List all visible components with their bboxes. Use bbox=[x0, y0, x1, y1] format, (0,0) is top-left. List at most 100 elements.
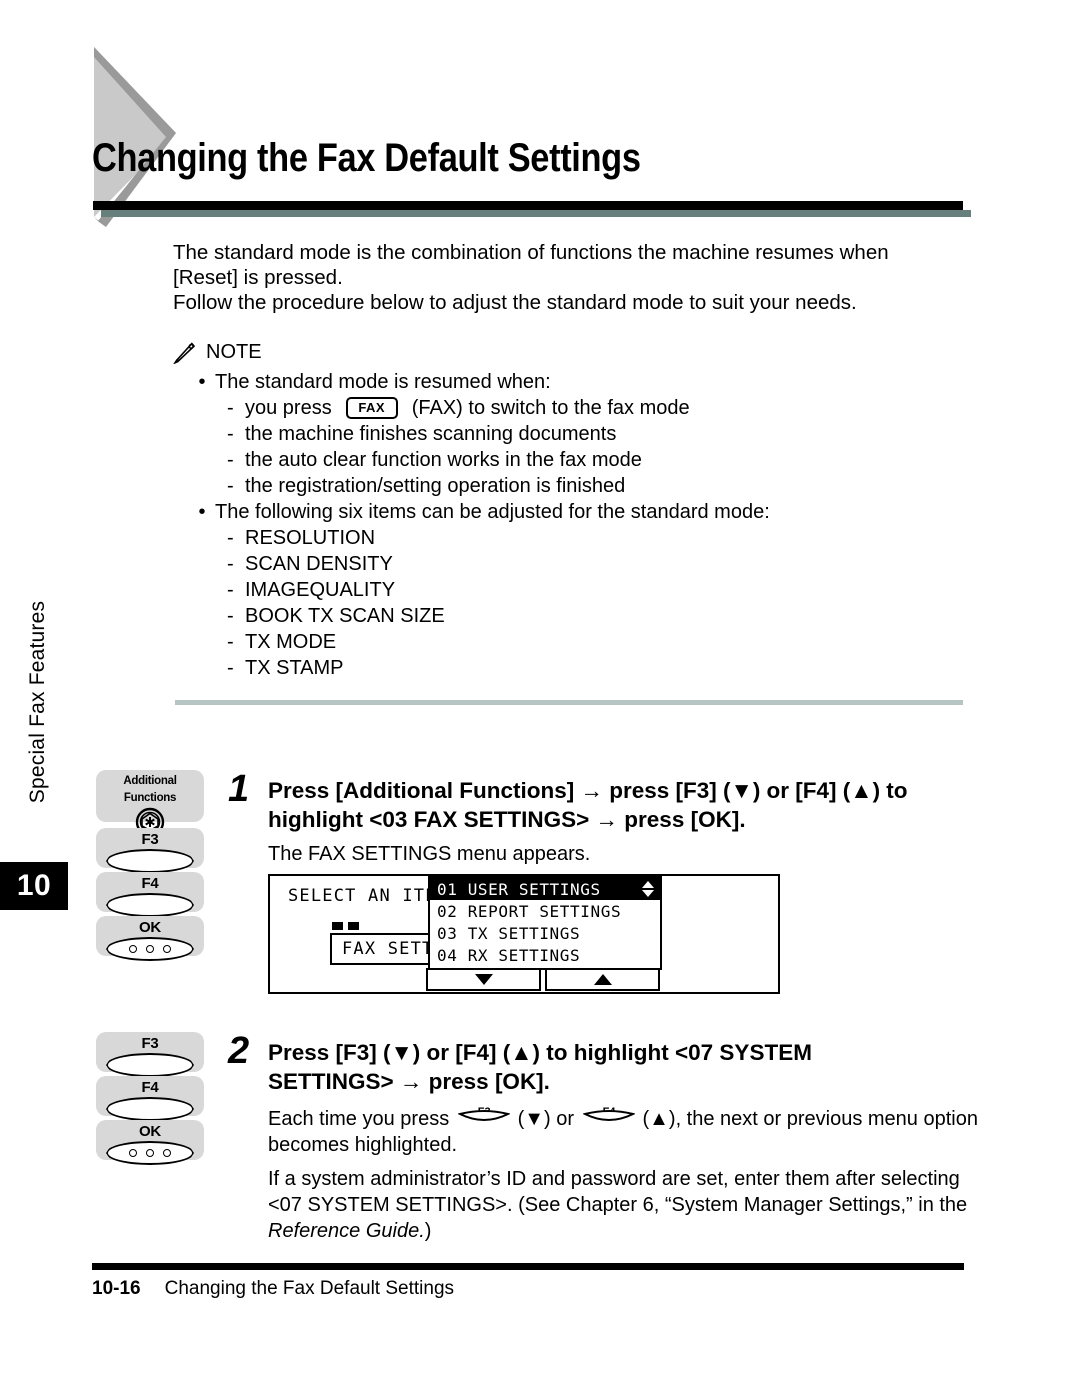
note-item-1: - SCAN DENSITY bbox=[227, 551, 770, 577]
key-illustration-f4-step2: F4 bbox=[96, 1076, 204, 1121]
note-item-5: - TX STAMP bbox=[227, 655, 770, 681]
step-1-title: Press [Additional Functions] → press [F3… bbox=[268, 776, 988, 834]
dash-marker: - bbox=[227, 397, 234, 419]
inline-f3-key-icon: F3 bbox=[458, 1103, 511, 1125]
dash-marker: - bbox=[227, 657, 234, 679]
page-footer: 10-16 Changing the Fax Default Settings bbox=[92, 1278, 454, 1300]
lcd-menu-item[interactable]: 03 TX SETTINGS bbox=[430, 922, 660, 944]
step-1-number: 1 bbox=[228, 768, 250, 810]
note-bullet-2: • The following six items can be adjuste… bbox=[197, 499, 769, 525]
step-2-body-pre: Each time you press bbox=[268, 1108, 450, 1130]
note-item-4: - TX MODE bbox=[227, 629, 770, 655]
lcd-menu-list: 01 USER SETTINGS 02 REPORT SETTINGS 03 T… bbox=[428, 876, 662, 970]
oval-key-icon bbox=[106, 893, 194, 917]
note-sub-4-text: the registration/setting operation is fi… bbox=[245, 475, 626, 497]
key-label: F3 bbox=[141, 1035, 159, 1052]
note-bullet-1: • The standard mode is resumed when: bbox=[197, 369, 770, 395]
admin-note-line-3: Reference Guide.) bbox=[268, 1218, 978, 1244]
key-illustration-f3-step2: F3 bbox=[96, 1032, 204, 1077]
oval-key-icon bbox=[106, 849, 194, 873]
note-item-label: RESOLUTION bbox=[245, 527, 376, 549]
page-header: Changing the Fax Default Settings bbox=[0, 0, 1080, 235]
note-item-label: BOOK TX SCAN SIZE bbox=[245, 605, 445, 627]
note-label: NOTE bbox=[206, 340, 262, 363]
note-item-label: TX MODE bbox=[245, 631, 337, 653]
lcd-menu-item-text: 01 USER SETTINGS bbox=[437, 879, 601, 899]
step-2-body: Each time you press F3 (▼) or F4 (▲), th… bbox=[268, 1103, 978, 1158]
up-arrow-icon bbox=[593, 974, 612, 985]
chapter-label: Special Fax Features bbox=[26, 600, 49, 804]
dash-marker: - bbox=[227, 527, 234, 549]
note-item-label: IMAGEQUALITY bbox=[245, 579, 396, 601]
note-sub-3: - the auto clear function works in the f… bbox=[227, 447, 770, 473]
footer-page-number: 10-16 bbox=[92, 1278, 141, 1299]
step-2-body-mid-2: (▲), the next or previous menu option bbox=[642, 1108, 978, 1130]
lcd-menu-item-selected[interactable]: 01 USER SETTINGS bbox=[430, 878, 660, 900]
admin-note-line-2: <07 SYSTEM SETTINGS>. (See Chapter 6, “S… bbox=[268, 1194, 968, 1216]
intro-paragraph: The standard mode is the combination of … bbox=[173, 240, 973, 315]
section-divider bbox=[175, 700, 963, 705]
oval-dots bbox=[108, 1143, 192, 1163]
dash-marker: - bbox=[227, 631, 234, 653]
step-2-title-line-2: SETTINGS> → press [OK]. bbox=[268, 1069, 550, 1094]
lcd-tab-marks-icon bbox=[332, 922, 359, 930]
lcd-scroll-down-button[interactable] bbox=[426, 968, 541, 991]
note-item-label: TX STAMP bbox=[245, 657, 344, 679]
lcd-menu-item-text: 03 TX SETTINGS bbox=[437, 923, 581, 943]
step-2-number: 2 bbox=[228, 1030, 250, 1072]
inline-f4-key-icon: F4 bbox=[583, 1103, 636, 1125]
step-1-title-line-2: highlight <03 FAX SETTINGS> → press [OK]… bbox=[268, 807, 746, 832]
down-arrow-icon bbox=[474, 974, 493, 985]
note-item-0: - RESOLUTION bbox=[227, 525, 770, 551]
note-list: • The standard mode is resumed when: - y… bbox=[197, 369, 770, 681]
chapter-number-tab: 10 bbox=[0, 862, 68, 910]
admin-note-line-3-tail: ) bbox=[424, 1220, 432, 1242]
reference-guide-title: Reference Guide. bbox=[268, 1220, 425, 1242]
key-label: F4 bbox=[141, 875, 159, 892]
oval-key-dots-icon bbox=[106, 1141, 194, 1165]
title-rule-shadow bbox=[101, 210, 971, 217]
lcd-menu-item-text: 04 RX SETTINGS bbox=[437, 945, 581, 965]
footer-running-title: Changing the Fax Default Settings bbox=[164, 1278, 455, 1299]
oval-dots bbox=[108, 939, 192, 959]
note-sub-1: - you press FAX (FAX) to switch to the f… bbox=[227, 395, 770, 421]
dash-marker: - bbox=[227, 449, 234, 471]
step-2-title-line-1: Press [F3] (▼) or [F4] (▲) to highlight … bbox=[268, 1040, 812, 1065]
dash-marker: - bbox=[227, 553, 234, 575]
lcd-menu-item[interactable]: 04 RX SETTINGS bbox=[430, 944, 660, 966]
oval-key-dots-icon bbox=[106, 937, 194, 961]
note-heading: NOTE bbox=[172, 340, 262, 364]
lcd-scroll-buttons bbox=[426, 968, 660, 991]
lcd-screen-illustration: SELECT AN ITEM FAX SETTINGS 01 USER SETT… bbox=[268, 874, 780, 994]
key-illustration-ok-step1: OK bbox=[96, 916, 204, 961]
note-bullet-1-text: The standard mode is resumed when: bbox=[215, 371, 551, 393]
note-sub-1-pre: you press bbox=[245, 397, 332, 419]
note-sub-2-text: the machine finishes scanning documents bbox=[245, 423, 617, 445]
footer-rule bbox=[92, 1263, 964, 1270]
key-illustration-additional-functions: Additional Functions bbox=[96, 770, 204, 837]
note-item-3: - BOOK TX SCAN SIZE bbox=[227, 603, 770, 629]
dash-marker: - bbox=[227, 423, 234, 445]
key-illustration-f3-step1: F3 bbox=[96, 828, 204, 873]
note-item-label: SCAN DENSITY bbox=[245, 553, 393, 575]
scroll-updown-icon bbox=[642, 881, 654, 897]
lcd-menu-item[interactable]: 02 REPORT SETTINGS bbox=[430, 900, 660, 922]
step-2-body-line-2: becomes highlighted. bbox=[268, 1134, 458, 1156]
note-sub-4: - the registration/setting operation is … bbox=[227, 473, 770, 499]
fax-key-icon: FAX bbox=[345, 397, 398, 419]
note-sub-2: - the machine finishes scanning document… bbox=[227, 421, 770, 447]
dash-marker: - bbox=[227, 475, 234, 497]
note-sub-1-post: (FAX) to switch to the fax mode bbox=[411, 397, 690, 419]
step-2-admin-note: If a system administrator’s ID and passw… bbox=[268, 1166, 978, 1244]
dash-marker: - bbox=[227, 579, 234, 601]
lcd-scroll-up-button[interactable] bbox=[545, 968, 660, 991]
step-1-body-text: The FAX SETTINGS menu appears. bbox=[268, 843, 591, 865]
note-item-2: - IMAGEQUALITY bbox=[227, 577, 770, 603]
note-sub-3-text: the auto clear function works in the fax… bbox=[245, 449, 642, 471]
lcd-select-label: SELECT AN ITEM bbox=[288, 886, 449, 906]
key-label: OK bbox=[138, 919, 162, 936]
key-illustration-ok-step2: OK bbox=[96, 1120, 204, 1165]
step-2-body-line-1: Each time you press F3 (▼) or F4 (▲), th… bbox=[268, 1103, 978, 1132]
step-1-body: The FAX SETTINGS menu appears. bbox=[268, 841, 978, 867]
dash-marker: - bbox=[227, 605, 234, 627]
